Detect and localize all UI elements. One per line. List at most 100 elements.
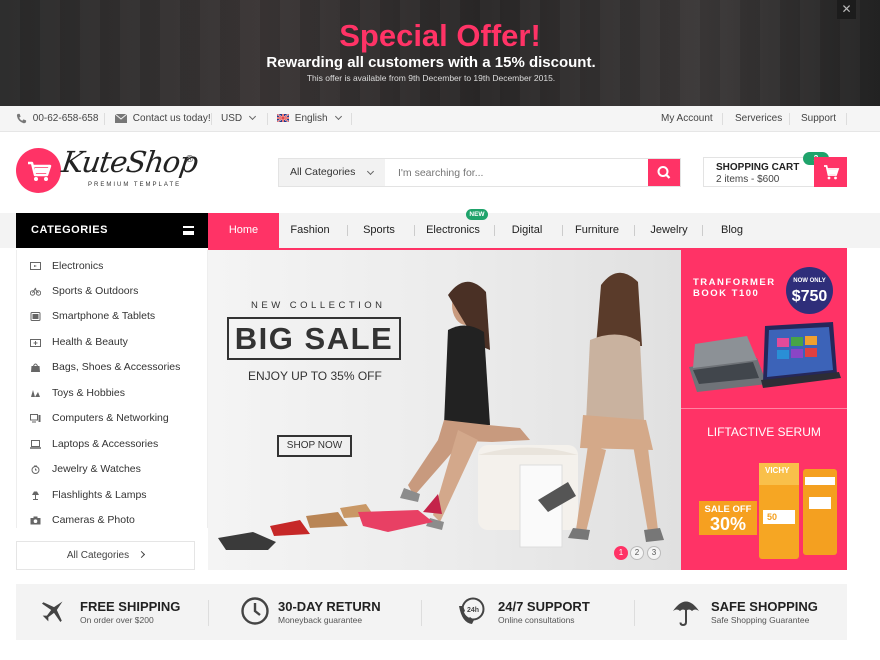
nav-item-blog[interactable]: Blog	[706, 213, 758, 248]
hamburger-icon	[183, 226, 194, 235]
nav-item-home[interactable]: Home	[208, 213, 279, 248]
category-item-toys[interactable]: Toys & Hobbies	[17, 381, 209, 406]
category-item-health[interactable]: Health & Beauty	[17, 330, 209, 355]
slide-dot-2[interactable]: 2	[630, 546, 644, 560]
category-item-jewelry[interactable]: Jewelry & Watches	[17, 457, 209, 482]
hero-models-image	[218, 272, 664, 550]
promo-banner: Special Offer! Rewarding all customers w…	[0, 0, 880, 106]
slide-dot-1[interactable]: 1	[614, 546, 628, 560]
contact-link[interactable]: Contact us today!	[114, 106, 211, 132]
nav-item-digital[interactable]: Digital	[498, 213, 556, 248]
nav-divider	[562, 225, 563, 236]
language-select[interactable]: English	[276, 106, 342, 132]
close-icon[interactable]: ✕	[837, 0, 856, 19]
feature-30-day-return: 30-DAY RETURN Moneyback guarantee	[240, 584, 420, 640]
feature-divider	[208, 600, 209, 626]
phone-link[interactable]: 00-62-658-658	[16, 106, 98, 132]
feature-free-shipping: FREE SHIPPING On order over $200	[38, 584, 218, 640]
monitor-icon	[30, 262, 41, 270]
divider	[722, 113, 723, 125]
category-item-bags[interactable]: Bags, Shoes & Accessories	[17, 355, 209, 380]
currency-select[interactable]: USD	[221, 106, 257, 132]
search-category-value: All Categories	[290, 166, 356, 178]
feature-subtitle: On order over $200	[80, 615, 154, 625]
all-categories-button[interactable]: All Categories	[16, 541, 195, 570]
cart-title: SHOPPING CART	[716, 162, 800, 173]
clock-icon	[241, 597, 269, 625]
price-circle: NOW ONLY $750	[786, 267, 833, 314]
hero-slider[interactable]: NEW COLLECTION BIG SALE ENJOY UP TO 35% …	[208, 250, 681, 570]
feature-title: 24/7 SUPPORT	[498, 599, 590, 614]
cart-button[interactable]	[814, 157, 847, 187]
categories-menu-toggle[interactable]: CATEGORIES	[16, 213, 208, 248]
product-line-1: TRANFORMER	[693, 277, 776, 288]
nav-divider	[702, 225, 703, 236]
nav-divider	[414, 225, 415, 236]
shopping-bag-icon	[31, 363, 40, 372]
cart-summary: 2 items - $600	[716, 174, 780, 185]
feature-title: SAFE SHOPPING	[711, 599, 818, 614]
category-item-sports[interactable]: Sports & Outdoors	[17, 279, 209, 304]
product-line-2: BOOK T100	[693, 288, 760, 299]
search-button[interactable]	[648, 159, 680, 186]
search-bar: All Categories	[278, 158, 681, 187]
nav-divider	[634, 225, 635, 236]
side-promo-banner[interactable]: TRANFORMER BOOK T100 NOW ONLY $750 LIFTAC…	[681, 250, 847, 570]
logo-tagline: PREMIUM TEMPLATE	[88, 182, 182, 188]
feature-title: 30-DAY RETURN	[278, 599, 381, 614]
logo-cart-icon[interactable]	[16, 148, 61, 193]
category-item-electronics[interactable]: Electronics	[17, 254, 209, 279]
search-icon	[657, 166, 671, 179]
camera-icon	[30, 516, 41, 525]
category-item-smartphone[interactable]: Smartphone & Tablets	[17, 304, 209, 329]
nav-item-jewelry[interactable]: Jewelry	[638, 213, 700, 248]
feature-title: FREE SHIPPING	[80, 599, 181, 614]
category-label: Health & Beauty	[52, 336, 128, 348]
category-item-cameras[interactable]: Cameras & Photo	[17, 508, 209, 533]
category-item-computers[interactable]: Computers & Networking	[17, 406, 209, 431]
nav-item-fashion[interactable]: Fashion	[279, 213, 341, 248]
slide-dot-3[interactable]: 3	[647, 546, 661, 560]
category-item-laptops[interactable]: Laptops & Accessories	[17, 432, 209, 457]
feature-divider	[634, 600, 635, 626]
chevron-down-icon	[334, 112, 342, 121]
sale-value: 30%	[709, 514, 747, 534]
support-link[interactable]: Support	[801, 106, 836, 132]
feature-divider	[421, 600, 422, 626]
promo-note: This offer is available from 9th Decembe…	[306, 73, 556, 83]
category-label: Jewelry & Watches	[52, 463, 141, 475]
price-value: $750	[791, 288, 828, 305]
category-label: Cameras & Photo	[52, 514, 135, 526]
vichy-brand-label: VICHY	[765, 466, 790, 475]
services-link[interactable]: Serverices	[735, 106, 782, 132]
lamp-icon	[32, 491, 39, 500]
airplane-icon	[41, 601, 63, 623]
feature-safe-shopping: SAFE SHOPPING Safe Shopping Guarantee	[671, 584, 847, 640]
feature-subtitle: Safe Shopping Guarantee	[711, 615, 810, 625]
promo-subtitle: Rewarding all customers with a 15% disco…	[266, 54, 596, 71]
divider	[789, 113, 790, 125]
chevron-right-icon	[138, 550, 146, 559]
computer-icon	[30, 414, 41, 423]
category-item-flashlights[interactable]: Flashlights & Lamps	[17, 483, 209, 508]
category-label: Computers & Networking	[52, 412, 169, 424]
shopping-cart[interactable]: SHOPPING CART 2 items - $600 2	[703, 152, 847, 187]
logo-wordmark[interactable]: KuteShop	[60, 145, 200, 179]
categories-header: CATEGORIES	[31, 224, 108, 236]
umbrella-icon	[673, 601, 699, 627]
top-bar: 00-62-658-658 Contact us today! USD Engl…	[0, 106, 880, 132]
search-input[interactable]	[385, 159, 649, 186]
laptop-icon	[30, 440, 41, 449]
features-strip: FREE SHIPPING On order over $200 30-DAY …	[16, 584, 847, 640]
language-value: English	[294, 113, 328, 124]
category-label: Flashlights & Lamps	[52, 489, 147, 501]
my-account-link[interactable]: My Account	[661, 106, 713, 132]
cart-icon	[824, 165, 840, 180]
chevron-down-icon	[249, 112, 257, 121]
support-phone-icon: 24h	[459, 597, 485, 624]
nav-item-sports[interactable]: Sports	[350, 213, 408, 248]
search-category-select[interactable]: All Categories	[279, 159, 385, 186]
category-label: Electronics	[52, 260, 104, 272]
banner-divider	[681, 408, 847, 409]
nav-item-furniture[interactable]: Furniture	[566, 213, 628, 248]
